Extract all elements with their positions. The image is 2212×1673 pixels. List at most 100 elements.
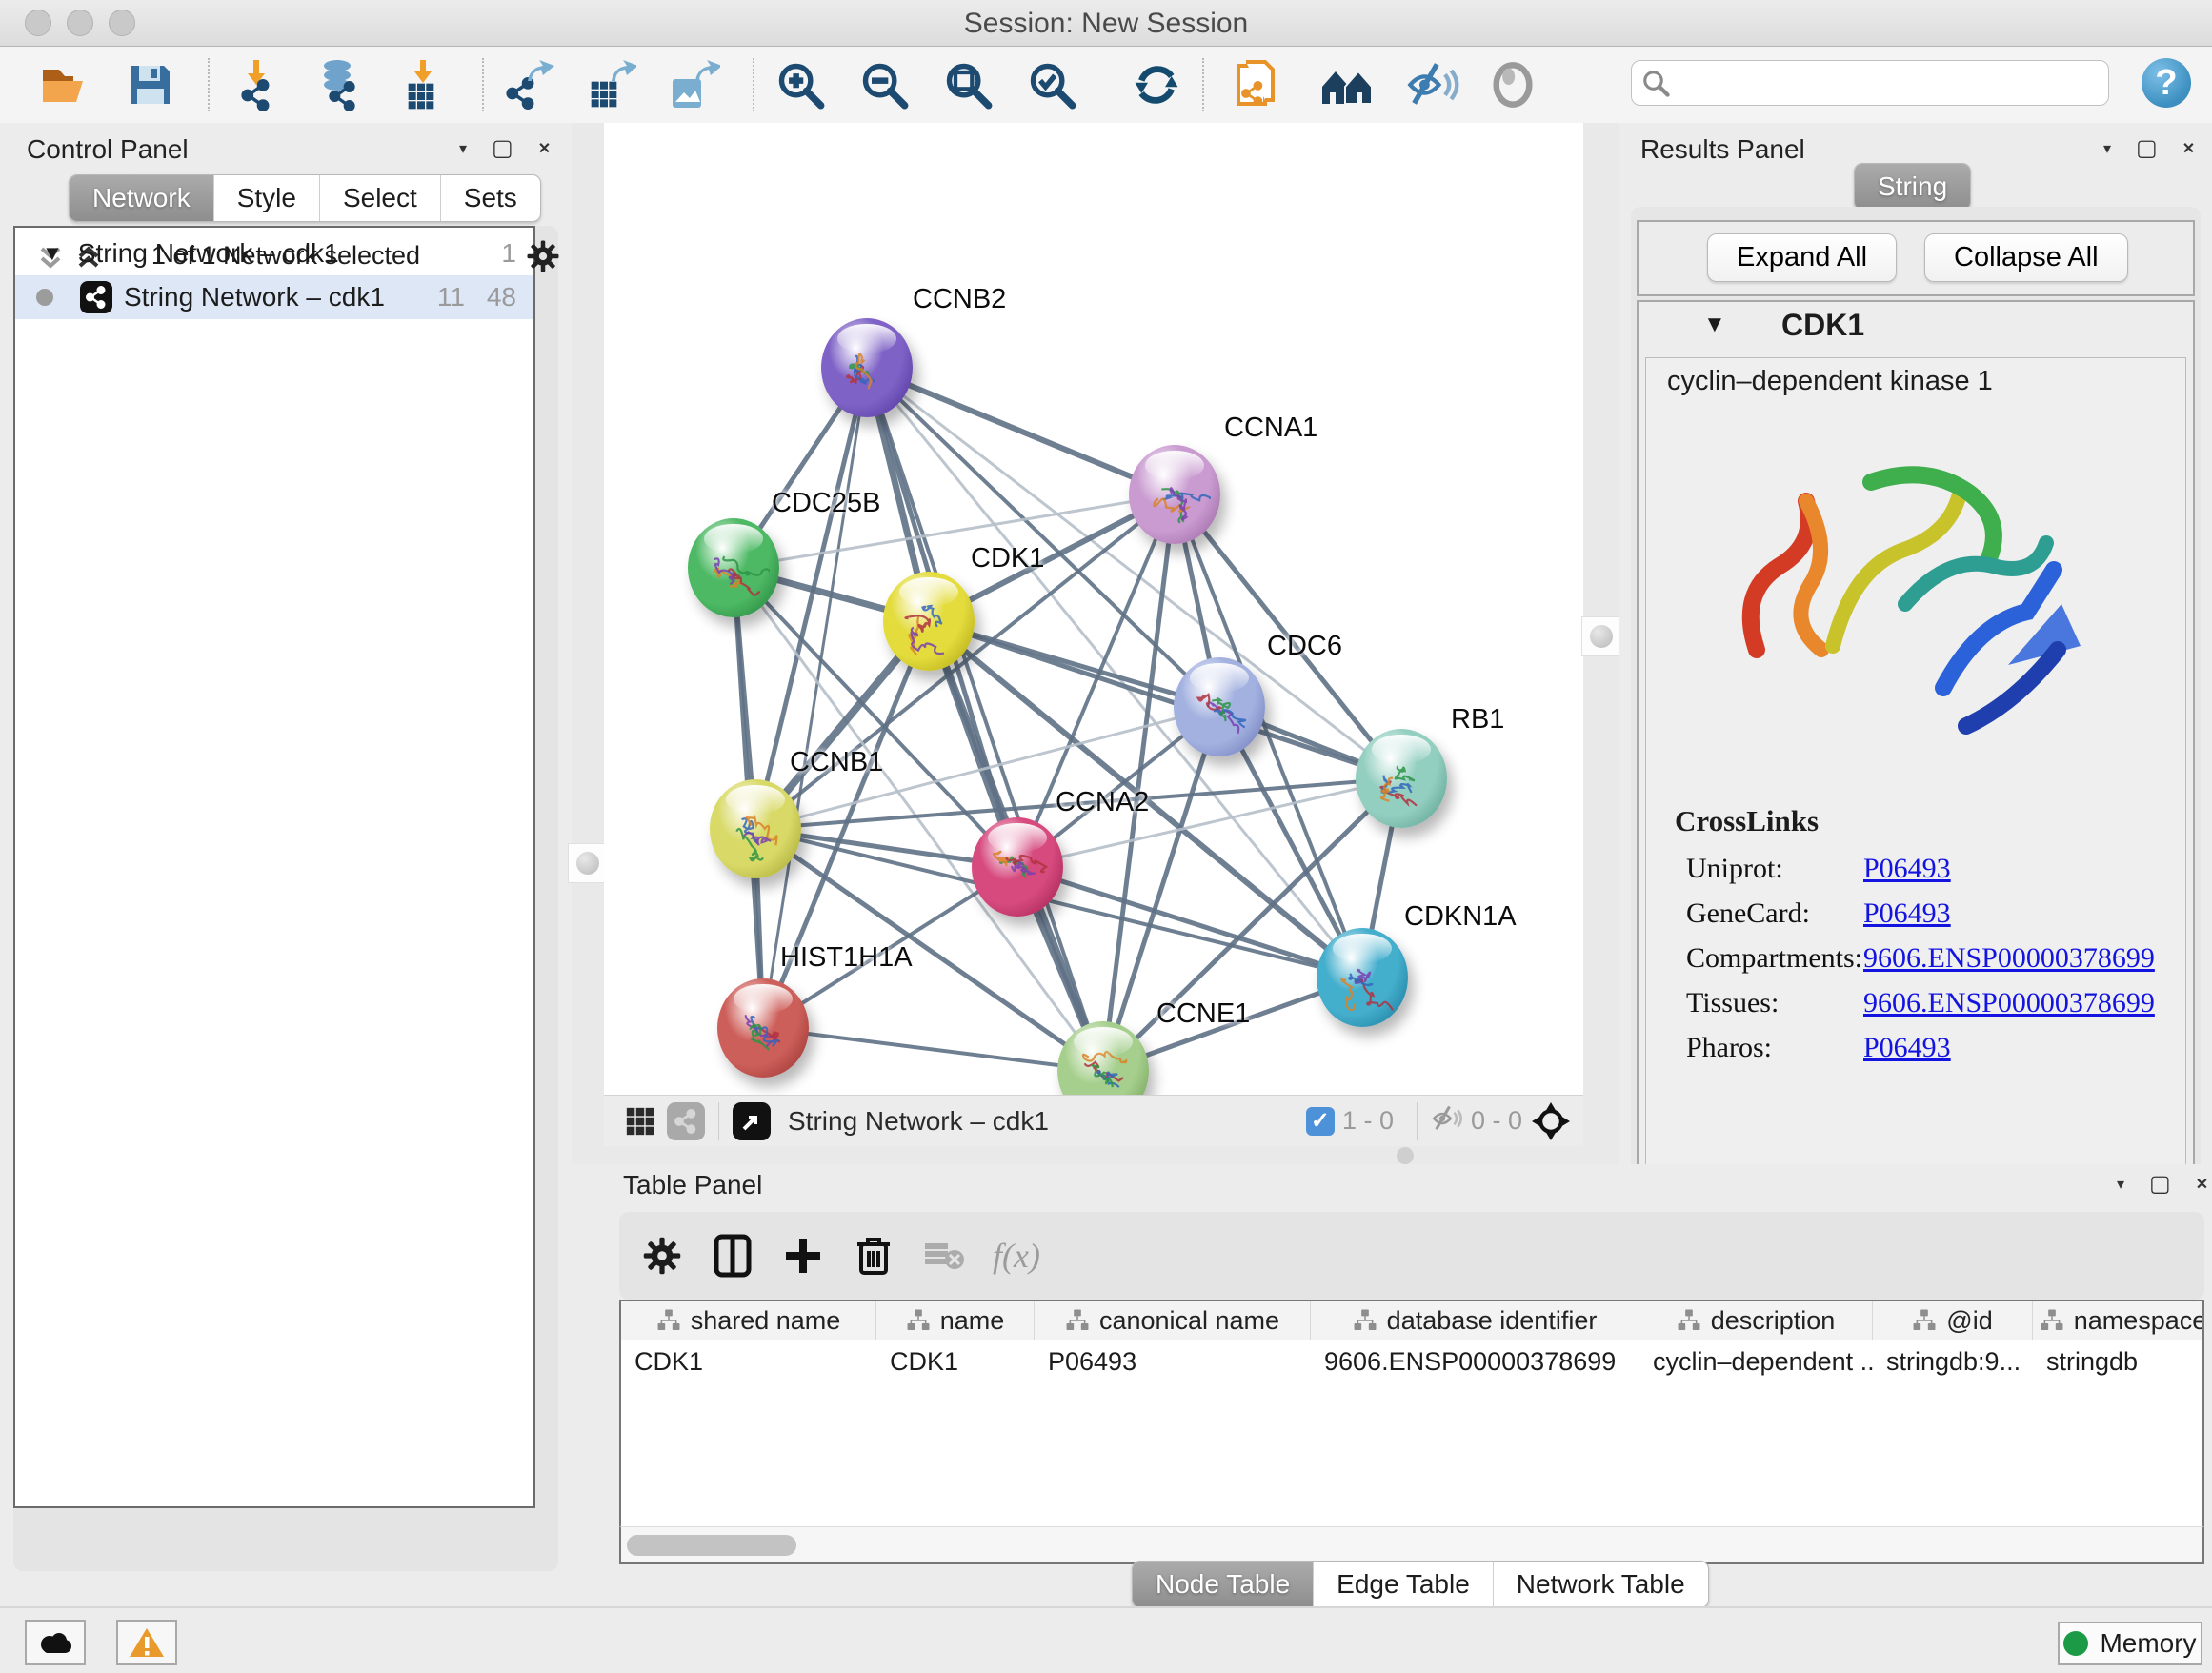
table-cell[interactable]: stringdb [2033,1347,2204,1377]
panel-menu-icon[interactable]: ▾ [2103,139,2111,158]
left-splitter[interactable] [572,123,604,1164]
table-cell[interactable]: cyclin–dependent ... [1639,1347,1873,1377]
search-box[interactable] [1631,60,2109,106]
network-node-ccna1[interactable]: CCNA1 [1129,445,1220,544]
column-header-name[interactable]: name [876,1301,1035,1340]
panel-menu-icon[interactable]: ▾ [2117,1175,2124,1194]
collapse-all-button[interactable]: Collapse All [1924,233,2128,282]
panel-menu-icon[interactable]: ▾ [459,139,467,158]
column-header-namespace[interactable]: namespace [2033,1301,2204,1340]
delete-column-icon[interactable] [846,1228,901,1283]
collapse-arrow-icon[interactable]: ▼ [42,241,63,266]
network-node-hist1h1a[interactable]: HIST1H1A [717,978,809,1078]
clear-table-icon[interactable] [916,1228,972,1283]
left-splitter-handle[interactable] [568,843,608,883]
network-node-ccnb1[interactable]: CCNB1 [710,779,801,878]
graphics-details-icon[interactable] [1482,54,1543,115]
expand-all-button[interactable]: Expand All [1707,233,1897,282]
hide-selected-icon[interactable] [1402,54,1463,115]
column-edit-icon [1065,1308,1090,1333]
crosslink-link[interactable]: 9606.ENSP00000378699 [1863,987,2155,1019]
help-icon[interactable]: ? [2142,58,2191,108]
bottom-splitter[interactable] [604,1145,1583,1164]
crosslink-link[interactable]: P06493 [1863,1032,1951,1064]
string-view-icon[interactable] [667,1102,705,1140]
section-collapse-icon[interactable]: ▼ [1703,312,1726,338]
table-cell[interactable]: 9606.ENSP00000378699 [1311,1347,1639,1377]
memory-button[interactable]: Memory [2058,1622,2202,1665]
export-network-icon[interactable] [497,54,558,115]
tab-node-table[interactable]: Node Table [1133,1562,1314,1607]
close-panel-icon[interactable]: ✕ [538,139,551,158]
add-column-icon[interactable] [775,1228,831,1283]
toolbar-separator [1202,58,1204,111]
network-node-cdk1[interactable]: CDK1 [883,572,975,671]
tab-edge-table[interactable]: Edge Table [1314,1562,1494,1607]
float-panel-icon[interactable]: ▢ [492,134,513,162]
first-neighbors-icon[interactable] [1317,54,1377,115]
zoom-in-icon[interactable] [770,54,831,115]
tab-sets[interactable]: Sets [441,175,540,221]
network-node-cdc25b[interactable]: CDC25B [688,518,779,617]
import-network-icon[interactable] [229,54,290,115]
save-icon[interactable] [120,54,181,115]
network-node-rb1[interactable]: RB1 [1356,729,1447,828]
network-collection-row[interactable]: ▼ String Network – cdk1 1 [15,232,533,275]
search-input[interactable] [1670,68,2074,99]
zoom-selected-icon[interactable] [1021,54,1082,115]
bottom-splitter-handle[interactable] [1397,1147,1414,1164]
refresh-icon[interactable] [1126,54,1187,115]
control-panel-tabs: Network Style Select Sets [69,174,541,222]
import-file-network-icon[interactable] [1227,54,1288,115]
float-panel-icon[interactable]: ▢ [2149,1170,2171,1198]
table-cell[interactable]: CDK1 [876,1347,1035,1377]
tab-string[interactable]: String [1855,164,1970,210]
network-canvas[interactable]: CCNB2 CCNA1 CDC25B CDK1 CDC6 RB1 CCNB1 CCNA2 CDK… [604,123,1583,1095]
close-panel-icon[interactable]: ✕ [2196,1175,2208,1194]
column-header-shared-name[interactable]: shared name [621,1301,876,1340]
network-node-cdc6[interactable]: CDC6 [1174,657,1265,756]
close-panel-icon[interactable]: ✕ [2182,139,2195,158]
crosslink-link[interactable]: 9606.ENSP00000378699 [1863,942,2155,975]
crosslink-link[interactable]: P06493 [1863,853,1951,885]
export-image-icon[interactable] [663,54,724,115]
zoom-fit-icon[interactable] [937,54,998,115]
detach-view-icon[interactable] [733,1102,771,1140]
import-table-icon[interactable] [392,54,453,115]
network-node-cdkn1a[interactable]: CDKN1A [1317,928,1408,1027]
cloud-button[interactable] [25,1620,86,1665]
crosslink-link[interactable]: P06493 [1863,897,1951,930]
column-header-canonical-name[interactable]: canonical name [1035,1301,1311,1340]
network-node-ccnb2[interactable]: CCNB2 [821,318,913,417]
column-header-database-identifier[interactable]: database identifier [1311,1301,1639,1340]
export-table-icon[interactable] [579,54,640,115]
import-database-icon[interactable] [309,54,370,115]
column-header--id[interactable]: @id [1873,1301,2033,1340]
gear-icon[interactable] [634,1228,690,1283]
table-cell[interactable]: stringdb:9... [1873,1347,2033,1377]
table-row[interactable]: CDK1CDK1P064939606.ENSP00000378699cyclin… [621,1340,2202,1382]
column-header-description[interactable]: description [1639,1301,1873,1340]
network-row[interactable]: String Network – cdk1 11 48 [15,275,533,319]
tab-style[interactable]: Style [214,175,320,221]
table-cell[interactable]: CDK1 [621,1347,876,1377]
table-cell[interactable]: P06493 [1035,1347,1311,1377]
tab-network-table[interactable]: Network Table [1494,1562,1708,1607]
birds-eye-icon[interactable] [1532,1102,1570,1140]
grid-view-icon[interactable] [621,1102,659,1140]
open-folder-icon[interactable] [34,54,95,115]
tab-network[interactable]: Network [70,175,214,221]
table-horizontal-scrollbar[interactable] [619,1526,2204,1564]
network-node-ccna2[interactable]: CCNA2 [972,817,1063,917]
warning-button[interactable] [116,1620,177,1665]
scrollbar-thumb[interactable] [627,1535,796,1556]
columns-icon[interactable] [705,1228,760,1283]
zoom-out-icon[interactable] [854,54,915,115]
hidden-eye-icon[interactable] [1431,1104,1463,1138]
right-splitter[interactable] [1583,123,1619,1164]
selected-checkbox-icon[interactable]: ✓ [1306,1107,1335,1136]
float-panel-icon[interactable]: ▢ [2136,134,2158,162]
tab-select[interactable]: Select [320,175,441,221]
right-splitter-handle[interactable] [1581,616,1621,656]
function-icon[interactable]: f(x) [993,1228,1040,1283]
